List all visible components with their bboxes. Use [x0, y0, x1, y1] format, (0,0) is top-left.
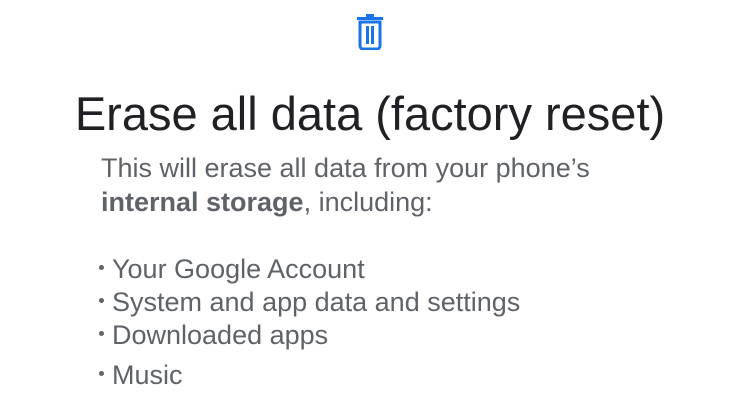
bullet-icon — [99, 331, 104, 337]
list-item: Downloaded apps — [99, 319, 520, 352]
list-item: Music — [99, 359, 520, 392]
list-item-label: Music — [112, 360, 183, 390]
list-item: Your Google Account — [99, 253, 520, 286]
bullet-icon — [99, 298, 104, 304]
list-item: System and app data and settings — [99, 286, 520, 319]
page-title: Erase all data (factory reset) — [74, 87, 666, 140]
factory-reset-screen: Erase all data (factory reset) This will… — [0, 0, 740, 416]
list-item-label: Downloaded apps — [112, 320, 329, 350]
erase-description: This will erase all data from your phone… — [101, 151, 721, 219]
erased-items-list: Your Google Account System and app data … — [99, 253, 520, 392]
bullet-icon — [99, 371, 104, 377]
trash-icon — [354, 14, 386, 50]
description-prefix: This will erase all data from your phone… — [101, 153, 590, 183]
bullet-icon — [99, 265, 104, 271]
description-bold: internal storage — [101, 187, 304, 217]
description-suffix: , including: — [303, 187, 433, 217]
list-item-label: Your Google Account — [112, 254, 365, 284]
list-item-label: System and app data and settings — [112, 287, 521, 317]
